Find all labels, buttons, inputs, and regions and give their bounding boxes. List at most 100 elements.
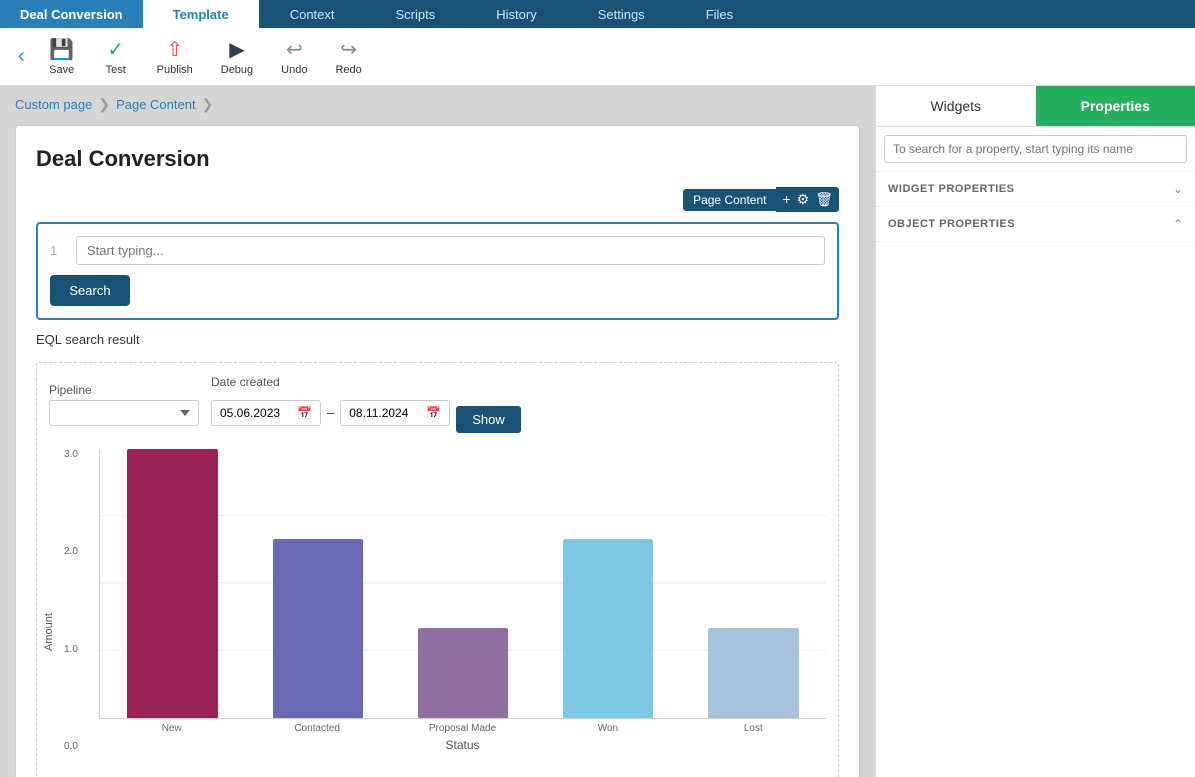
nav-tab-settings[interactable]: Settings bbox=[568, 0, 676, 28]
nav-tab-template[interactable]: Template bbox=[143, 0, 260, 28]
add-content-icon[interactable]: + bbox=[782, 191, 790, 208]
bar-won bbox=[563, 539, 653, 718]
panel-search bbox=[876, 127, 1195, 172]
publish-icon: ⇧ bbox=[166, 37, 183, 62]
settings-content-icon[interactable]: ⚙ bbox=[797, 191, 810, 208]
x-label-new: New bbox=[99, 723, 244, 734]
save-button[interactable]: 💾 Save bbox=[37, 31, 87, 82]
page-card: Deal Conversion Page Content + ⚙ 🗑 1 Sea… bbox=[15, 125, 860, 777]
nav-tab-context[interactable]: Context bbox=[260, 0, 366, 28]
x-axis-title: Status bbox=[99, 738, 826, 752]
date-inputs: 05.06.2023 📅 – 08.11.2024 📅 Show bbox=[211, 392, 521, 433]
search-input[interactable] bbox=[76, 236, 825, 265]
date-to-value: 08.11.2024 bbox=[349, 406, 408, 420]
canvas-area: Custom page ❯ Page Content ❯ Deal Conver… bbox=[0, 86, 875, 777]
y-label-1: 1.0 bbox=[64, 644, 78, 655]
y-label-3: 3.0 bbox=[64, 449, 78, 460]
top-nav-bar: Deal Conversion Template Context Scripts… bbox=[0, 0, 1195, 28]
save-label: Save bbox=[49, 64, 74, 76]
test-icon: ✓ bbox=[107, 37, 124, 62]
redo-button[interactable]: ↪ Redo bbox=[323, 31, 373, 82]
back-button[interactable]: ‹ bbox=[10, 45, 33, 68]
widget-properties-header[interactable]: WIDGET PROPERTIES ⌄ bbox=[888, 182, 1183, 196]
date-filter-label: Date created bbox=[211, 375, 521, 389]
bar-group-new bbox=[100, 449, 245, 718]
breadcrumb-custom-page[interactable]: Custom page bbox=[15, 97, 92, 112]
bar-lost bbox=[708, 628, 798, 718]
app-title: Deal Conversion bbox=[0, 0, 143, 28]
debug-label: Debug bbox=[221, 64, 253, 76]
pipeline-select[interactable] bbox=[49, 400, 199, 426]
publish-label: Publish bbox=[157, 64, 193, 76]
nav-tabs: Template Context Scripts History Setting… bbox=[143, 0, 765, 28]
bar-group-proposal bbox=[390, 449, 535, 718]
delete-content-icon[interactable]: 🗑 bbox=[815, 191, 833, 208]
chart-filters: Pipeline Date created 05.06.2023 📅 bbox=[49, 375, 826, 433]
redo-icon: ↪ bbox=[340, 37, 357, 62]
tab-widgets[interactable]: Widgets bbox=[876, 86, 1036, 126]
publish-button[interactable]: ⇧ Publish bbox=[145, 31, 205, 82]
debug-icon: ▶ bbox=[229, 37, 244, 62]
widget-properties-section: WIDGET PROPERTIES ⌄ bbox=[876, 172, 1195, 207]
breadcrumb-page-content[interactable]: Page Content bbox=[116, 97, 196, 112]
right-panel: Widgets Properties WIDGET PROPERTIES ⌄ O… bbox=[875, 86, 1195, 777]
page-content-bar: Page Content + ⚙ 🗑 bbox=[36, 187, 839, 212]
show-button[interactable]: Show bbox=[456, 406, 521, 433]
y-label-2: 2.0 bbox=[64, 546, 78, 557]
breadcrumb-sep-2: ❯ bbox=[202, 96, 214, 113]
eql-result-label: EQL search result bbox=[36, 332, 839, 347]
bar-new bbox=[127, 449, 217, 718]
x-label-lost: Lost bbox=[681, 723, 826, 734]
x-label-won: Won bbox=[535, 723, 680, 734]
undo-icon: ↩ bbox=[286, 37, 303, 62]
tab-properties[interactable]: Properties bbox=[1036, 86, 1195, 126]
nav-tab-scripts[interactable]: Scripts bbox=[366, 0, 467, 28]
object-properties-label: OBJECT PROPERTIES bbox=[888, 218, 1015, 230]
widget-properties-chevron: ⌄ bbox=[1173, 182, 1183, 196]
property-search-input[interactable] bbox=[884, 135, 1187, 163]
search-widget: 1 Search bbox=[36, 222, 839, 320]
widget-properties-label: WIDGET PROPERTIES bbox=[888, 183, 1014, 195]
panel-tabs: Widgets Properties bbox=[876, 86, 1195, 127]
nav-tab-history[interactable]: History bbox=[466, 0, 567, 28]
undo-label: Undo bbox=[281, 64, 307, 76]
date-from-value: 05.06.2023 bbox=[220, 406, 280, 420]
calendar-to-icon[interactable]: 📅 bbox=[426, 406, 441, 420]
chart-section: Pipeline Date created 05.06.2023 📅 bbox=[36, 362, 839, 777]
date-from-input[interactable]: 05.06.2023 📅 bbox=[211, 400, 321, 426]
toolbar: ‹ 💾 Save ✓ Test ⇧ Publish ▶ Debug ↩ Undo… bbox=[0, 28, 1195, 86]
x-label-contacted: Contacted bbox=[244, 723, 389, 734]
x-label-proposal: Proposal Made bbox=[390, 723, 535, 734]
nav-tab-files[interactable]: Files bbox=[676, 0, 764, 28]
bar-group-won bbox=[536, 449, 681, 718]
pipeline-filter-label: Pipeline bbox=[49, 383, 199, 397]
breadcrumb: Custom page ❯ Page Content ❯ bbox=[15, 96, 860, 113]
object-properties-header[interactable]: OBJECT PROPERTIES ⌃ bbox=[888, 217, 1183, 231]
bar-group-contacted bbox=[245, 449, 390, 718]
search-input-row: 1 bbox=[50, 236, 825, 265]
bar-proposal bbox=[418, 628, 508, 718]
y-axis-title: Amount bbox=[43, 613, 55, 651]
bar-contacted bbox=[273, 539, 363, 718]
calendar-from-icon[interactable]: 📅 bbox=[297, 406, 312, 420]
y-axis-labels: 3.0 2.0 1.0 0.0 bbox=[64, 449, 78, 752]
date-filter-group: Date created 05.06.2023 📅 – 08.11.2024 📅 bbox=[211, 375, 521, 433]
breadcrumb-sep-1: ❯ bbox=[98, 96, 110, 113]
x-labels: New Contacted Proposal Made Won Lost bbox=[99, 723, 826, 734]
main-area: Custom page ❯ Page Content ❯ Deal Conver… bbox=[0, 86, 1195, 777]
search-button[interactable]: Search bbox=[50, 275, 130, 306]
debug-button[interactable]: ▶ Debug bbox=[209, 31, 265, 82]
redo-label: Redo bbox=[335, 64, 361, 76]
object-properties-chevron: ⌃ bbox=[1173, 217, 1183, 231]
test-button[interactable]: ✓ Test bbox=[91, 31, 141, 82]
page-content-actions: + ⚙ 🗑 bbox=[776, 187, 839, 212]
search-line-num: 1 bbox=[50, 243, 70, 258]
y-label-0: 0.0 bbox=[64, 741, 78, 752]
undo-button[interactable]: ↩ Undo bbox=[269, 31, 319, 82]
test-label: Test bbox=[106, 64, 126, 76]
pipeline-filter-group: Pipeline bbox=[49, 383, 199, 426]
date-to-input[interactable]: 08.11.2024 📅 bbox=[340, 400, 450, 426]
page-title: Deal Conversion bbox=[36, 146, 839, 172]
object-properties-section: OBJECT PROPERTIES ⌃ bbox=[876, 207, 1195, 242]
date-range-dash: – bbox=[327, 405, 334, 420]
